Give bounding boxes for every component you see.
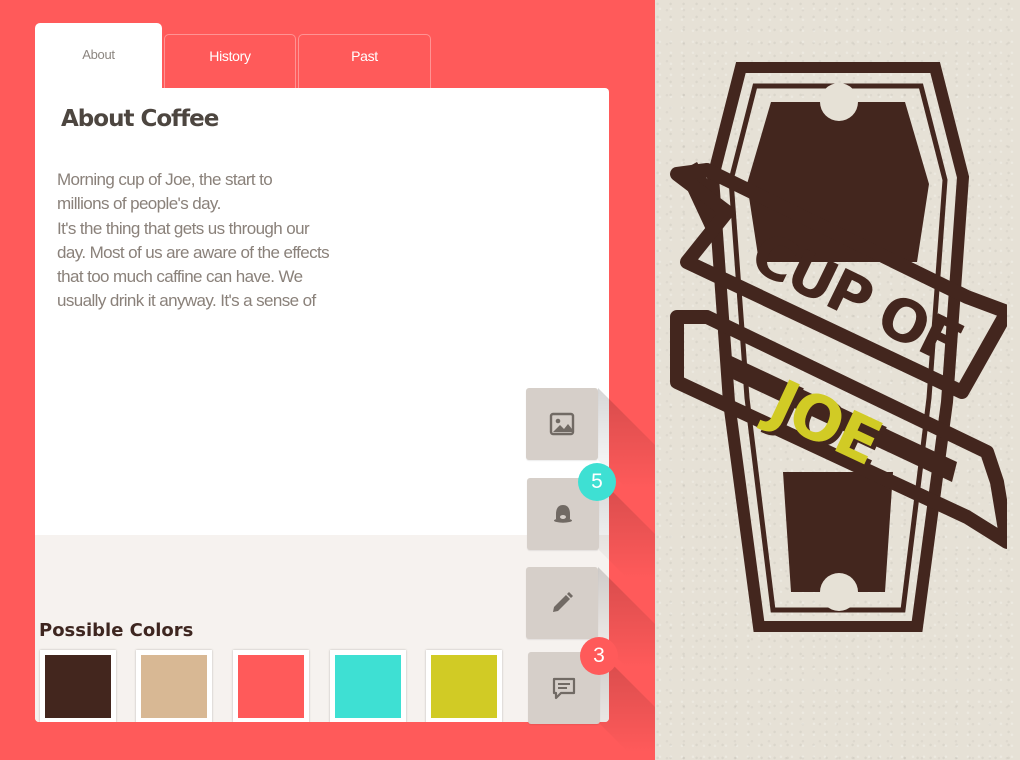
- color-swatch-coral[interactable]: [233, 650, 309, 722]
- body-line: day. Most of us are aware of the effects: [57, 242, 330, 262]
- right-panel: CUP OF JOE JOE: [655, 0, 1020, 760]
- color-swatch-tan[interactable]: [136, 650, 212, 722]
- body-text: Morning cup of Joe, the start to million…: [57, 168, 357, 314]
- pencil-icon: [553, 592, 573, 612]
- cup-of-joe-logo: CUP OF JOE JOE: [670, 62, 1007, 632]
- image-icon: [549, 412, 575, 436]
- tab-past[interactable]: Past: [298, 34, 431, 88]
- page-title: About Coffee: [61, 106, 219, 132]
- swatch-fill: [238, 655, 304, 718]
- comment-count-badge: 3: [580, 637, 618, 675]
- left-panel: About History Past About Coffee Morning …: [0, 0, 655, 760]
- tab-history[interactable]: History: [164, 34, 296, 88]
- body-line: millions of people's day.: [57, 194, 221, 214]
- body-line: Morning cup of Joe, the start to: [57, 170, 273, 189]
- bell-icon: [554, 505, 572, 523]
- notification-count-badge: 5: [578, 463, 616, 501]
- tab-about[interactable]: About: [35, 23, 162, 89]
- color-swatch-yellow[interactable]: [426, 650, 502, 722]
- swatch-fill: [335, 655, 401, 718]
- color-swatch-dark-brown[interactable]: [40, 650, 116, 722]
- content-card: About Coffee Morning cup of Joe, the sta…: [35, 88, 609, 722]
- possible-colors-heading: Possible Colors: [39, 620, 194, 641]
- comment-icon: [552, 677, 576, 700]
- swatch-fill: [45, 655, 111, 718]
- color-swatch-turquoise[interactable]: [330, 650, 406, 722]
- swatch-fill: [431, 655, 497, 718]
- swatch-fill: [141, 655, 207, 718]
- body-line: usually drink it anyway. It's a sense of: [57, 291, 316, 311]
- image-button[interactable]: [526, 388, 598, 460]
- body-line: It's the thing that gets us through our: [57, 218, 310, 238]
- edit-button[interactable]: [526, 567, 598, 639]
- body-line: that too much caffine can have. We: [57, 267, 303, 287]
